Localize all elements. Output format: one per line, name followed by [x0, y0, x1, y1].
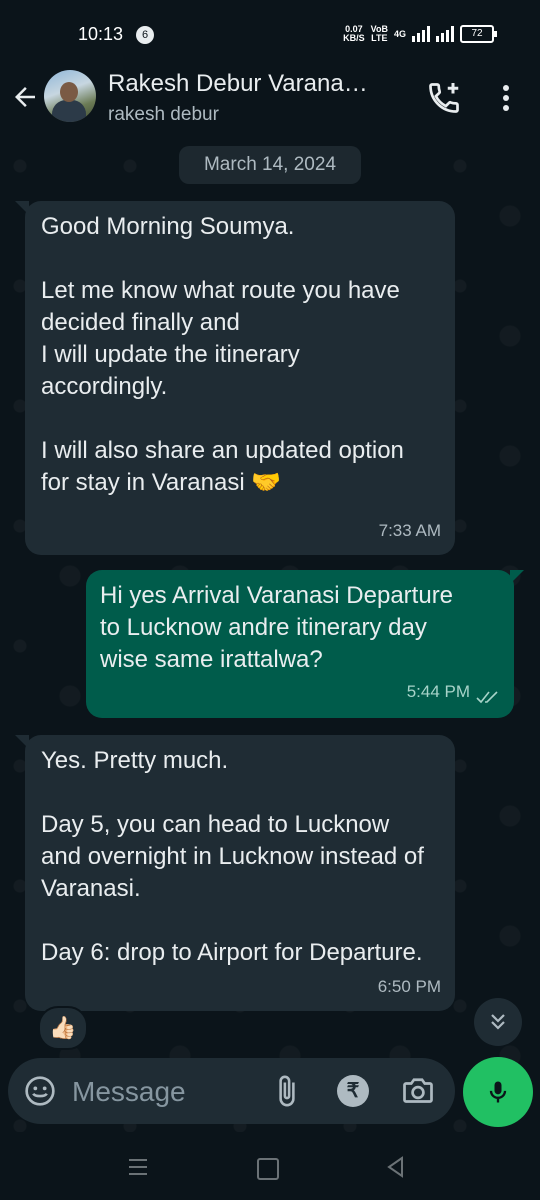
message-time: 6:50 PM [377, 977, 441, 996]
battery-icon: 72 [460, 25, 497, 43]
status-icons: 0.07 KB/S VoB LTE 4G 72 [343, 25, 497, 43]
message-composer: ₹ [8, 1058, 455, 1124]
scroll-down-button[interactable] [474, 998, 522, 1046]
volte-icon: VoB LTE [371, 25, 388, 43]
scroll-down-icon [491, 1014, 505, 1030]
message-bubble-incoming[interactable]: Good Morning Soumya. Let me know what ro… [15, 201, 455, 555]
emoji-icon[interactable] [24, 1075, 56, 1107]
status-bar: 10:13 6 0.07 KB/S VoB LTE 4G 72 [0, 0, 540, 64]
signal-icon [412, 26, 430, 42]
add-call-icon[interactable] [426, 80, 462, 116]
mic-icon [489, 1081, 507, 1103]
status-time: 10:13 [78, 24, 124, 44]
message-text: Yes. Pretty much. Day 5, you can head to… [41, 747, 424, 966]
double-check-icon [476, 691, 498, 704]
net-speed-indicator: 0.07 KB/S [343, 25, 365, 43]
notification-count-badge: 6 [136, 26, 154, 44]
message-text: Hi yes Arrival Varanasi Departure to Luc… [100, 582, 460, 673]
network-type: 4G [393, 29, 406, 39]
message-text: Good Morning Soumya. Let me know what ro… [41, 213, 404, 496]
contact-name[interactable]: Rakesh Debur Varana… [108, 70, 408, 98]
net-speed-unit: KB/S [343, 33, 365, 43]
home-icon[interactable] [257, 1158, 279, 1180]
message-time: 7:33 AM [378, 521, 441, 540]
camera-icon[interactable] [400, 1073, 436, 1109]
volte-bottom: LTE [371, 33, 388, 43]
signal-icon-2 [436, 26, 454, 42]
attach-icon[interactable] [270, 1074, 304, 1108]
mic-button[interactable] [463, 1057, 533, 1127]
rupee-icon[interactable]: ₹ [337, 1075, 369, 1107]
contact-subtitle[interactable]: rakesh debur [108, 104, 219, 126]
avatar[interactable] [44, 70, 96, 122]
nav-back-icon[interactable] [383, 1154, 409, 1180]
message-input[interactable] [70, 1070, 264, 1114]
message-bubble-outgoing[interactable]: Hi yes Arrival Varanasi Departure to Luc… [86, 570, 524, 718]
chat-area[interactable]: March 14, 2024 Good Morning Soumya. Let … [0, 136, 540, 1132]
message-time: 5:44 PM [406, 682, 470, 701]
reaction-badge[interactable]: 👍🏻 [38, 1006, 88, 1050]
recents-icon[interactable] [125, 1156, 151, 1178]
more-options-icon[interactable] [496, 82, 516, 114]
date-chip: March 14, 2024 [179, 146, 361, 184]
system-nav-bar [0, 1134, 540, 1200]
message-bubble-incoming[interactable]: Yes. Pretty much. Day 5, you can head to… [15, 735, 455, 1011]
back-arrow-icon[interactable] [10, 82, 40, 112]
chat-header: Rakesh Debur Varana… rakesh debur [0, 64, 540, 136]
